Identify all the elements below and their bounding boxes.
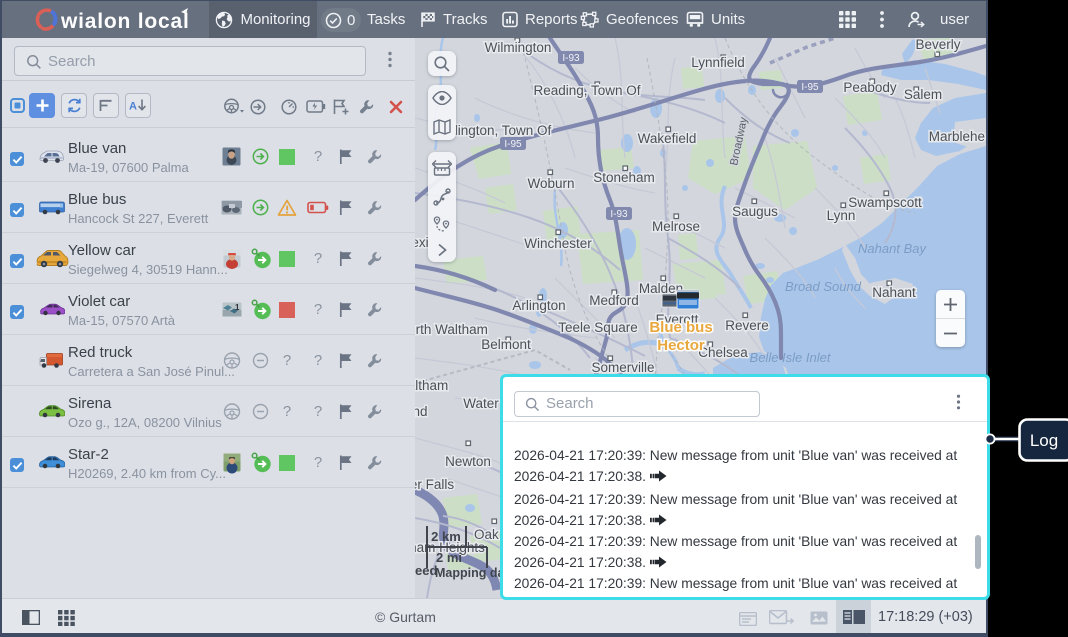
svg-text:Newton: Newton (445, 454, 491, 469)
svg-text:Teele Square: Teele Square (558, 320, 638, 335)
svg-text:wialon local: wialon local (60, 10, 188, 33)
svg-text:Marblehe: Marblehe (929, 129, 985, 144)
svg-text:A: A (129, 101, 137, 113)
svg-text:er Falls: er Falls (415, 477, 454, 492)
svg-text:altham: altham (415, 378, 448, 393)
svg-text:Chelsea: Chelsea (698, 345, 748, 360)
svg-text:nd: nd (415, 404, 428, 419)
svg-text:Somerville: Somerville (591, 360, 654, 375)
svg-text:Log: Log (1030, 431, 1058, 450)
svg-text:2 mi: 2 mi (436, 550, 462, 565)
svg-text:Lynnfield: Lynnfield (691, 55, 745, 70)
svg-text:Nahant: Nahant (872, 285, 916, 300)
svg-text:Reading, Town Of: Reading, Town Of (533, 83, 640, 98)
svg-text:lington, Town Of: lington, Town Of (455, 123, 552, 138)
svg-text:orth Waltham: orth Waltham (415, 322, 488, 337)
svg-text:I-93: I-93 (610, 209, 628, 220)
svg-text:2 km: 2 km (431, 529, 461, 544)
svg-text:I-95: I-95 (504, 139, 522, 150)
svg-text:Woburn: Woburn (527, 176, 574, 191)
svg-text:I-95: I-95 (801, 82, 819, 93)
svg-text:Broad Sound: Broad Sound (785, 279, 862, 294)
svg-text:Saugus: Saugus (732, 204, 778, 219)
svg-text:I-93: I-93 (562, 53, 580, 64)
svg-text:Swampscott: Swampscott (848, 195, 922, 210)
svg-text:Beverly: Beverly (915, 38, 960, 52)
svg-text:Salem: Salem (904, 87, 942, 102)
svg-text:Wakefield: Wakefield (638, 131, 697, 146)
svg-text:Nahant Bay: Nahant Bay (858, 241, 927, 256)
svg-text:Water: Water (463, 396, 499, 411)
svg-text:Lynn: Lynn (827, 208, 856, 223)
svg-text:exi: exi (415, 235, 429, 250)
svg-text:Hector: Hector (657, 337, 705, 354)
svg-text:1: 1 (235, 303, 240, 312)
svg-text:Wilmington: Wilmington (485, 40, 552, 55)
svg-text:Belmont: Belmont (481, 337, 531, 352)
svg-text:Arlington: Arlington (512, 298, 565, 313)
svg-text:Medford: Medford (589, 293, 639, 308)
svg-text:Revere: Revere (725, 318, 769, 333)
svg-text:Melrose: Melrose (652, 219, 700, 234)
svg-text:Stoneham: Stoneham (593, 170, 655, 185)
svg-text:Belle Isle Inlet: Belle Isle Inlet (750, 350, 832, 365)
svg-text:Blue bus: Blue bus (649, 319, 712, 336)
svg-text:Peabody: Peabody (843, 80, 897, 95)
svg-text:Winchester: Winchester (524, 236, 592, 251)
